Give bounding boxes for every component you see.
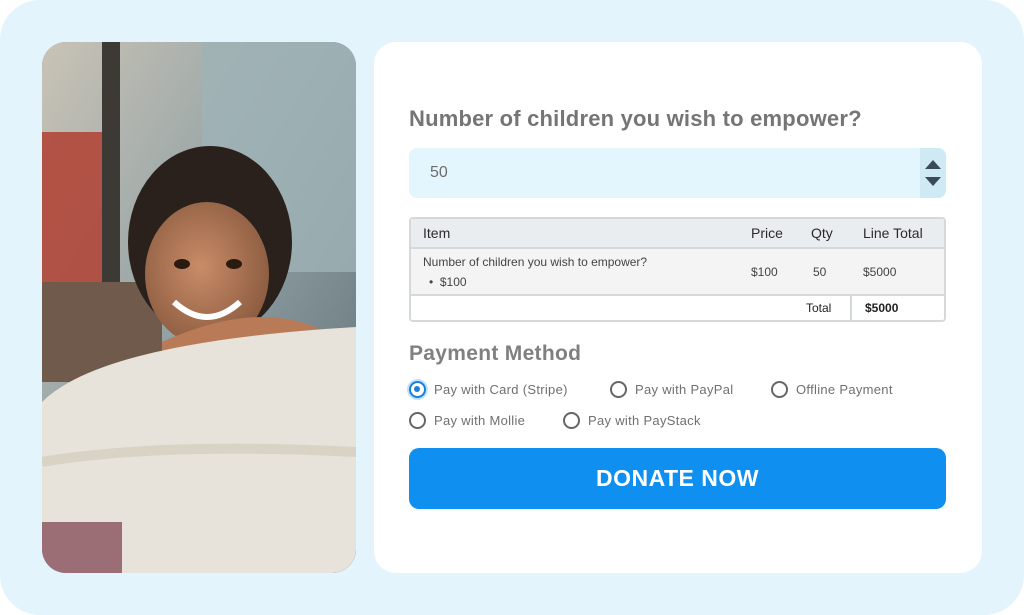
- item-option-price: $100: [439, 275, 467, 289]
- radio-label: Pay with Card (Stripe): [434, 382, 568, 397]
- radio-paypal[interactable]: Pay with PayPal: [610, 381, 733, 398]
- header-line-total: Line Total: [863, 225, 923, 241]
- order-summary-table: Item Price Qty Line Total Number of chil…: [409, 217, 946, 322]
- radio-icon[interactable]: [771, 381, 788, 398]
- column-divider: [850, 296, 852, 320]
- radio-icon[interactable]: [409, 412, 426, 429]
- radio-selected-icon[interactable]: [409, 381, 426, 398]
- item-option: • $100: [423, 275, 647, 289]
- radio-label: Pay with Mollie: [434, 413, 526, 428]
- bullet-icon: •: [429, 275, 434, 289]
- donate-now-button[interactable]: DONATE NOW: [409, 448, 946, 509]
- radio-mollie[interactable]: Pay with Mollie: [409, 412, 525, 429]
- stepper-down-icon[interactable]: [925, 177, 941, 186]
- price-cell: $100: [751, 264, 778, 279]
- total-label: Total: [806, 301, 832, 315]
- quantity-input[interactable]: 50: [430, 164, 448, 182]
- item-cell: Number of children you wish to empower? …: [423, 249, 647, 294]
- header-qty: Qty: [811, 225, 833, 241]
- radio-label: Offline Payment: [796, 382, 893, 397]
- radio-icon[interactable]: [563, 412, 580, 429]
- quantity-question-heading: Number of children you wish to empower?: [409, 106, 862, 131]
- table-header-row: Item Price Qty Line Total: [411, 219, 944, 249]
- header-price: Price: [751, 225, 783, 241]
- radio-card-stripe[interactable]: Pay with Card (Stripe): [409, 381, 568, 398]
- payment-method-heading: Payment Method: [409, 342, 582, 365]
- qty-cell: 50: [813, 264, 827, 279]
- stepper-up-icon[interactable]: [925, 160, 941, 169]
- page-background: Number of children you wish to empower? …: [0, 0, 1024, 615]
- line-total-cell: $5000: [863, 264, 897, 279]
- radio-icon[interactable]: [610, 381, 627, 398]
- radio-label: Pay with PayPal: [635, 382, 734, 397]
- radio-label: Pay with PayStack: [588, 413, 701, 428]
- stepper-controls: [920, 148, 946, 198]
- donation-form-card: Number of children you wish to empower? …: [374, 42, 982, 573]
- item-name: Number of children you wish to empower?: [423, 255, 648, 269]
- table-total-row: Total $5000: [411, 296, 944, 320]
- child-photo: [42, 42, 356, 573]
- radio-paystack[interactable]: Pay with PayStack: [563, 412, 701, 429]
- radio-offline[interactable]: Offline Payment: [771, 381, 893, 398]
- header-item: Item: [423, 225, 451, 241]
- quantity-stepper[interactable]: 50: [409, 148, 946, 198]
- total-value: $5000: [865, 301, 899, 315]
- table-row: Number of children you wish to empower? …: [411, 249, 944, 296]
